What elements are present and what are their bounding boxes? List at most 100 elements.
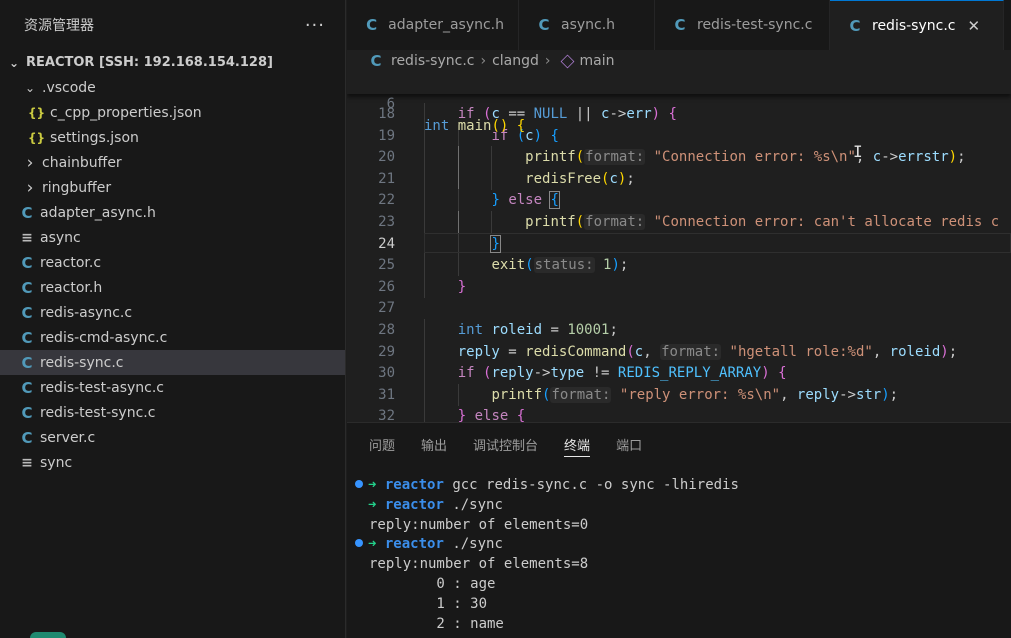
remote-status-icon[interactable] bbox=[30, 632, 66, 638]
prompt-arrow-icon: ➜ bbox=[368, 477, 377, 493]
c-file-icon: C bbox=[21, 253, 33, 272]
panel-tab[interactable]: 终端 bbox=[564, 423, 591, 465]
tree-item-label: async bbox=[40, 229, 81, 246]
chevron-right-icon: › bbox=[26, 152, 34, 173]
breadcrumb: C redis-sync.c › clangd › main bbox=[347, 50, 1011, 72]
tree-item[interactable]: Credis-sync.c bbox=[0, 350, 345, 375]
c-file-icon: C bbox=[21, 378, 33, 397]
editor-tab[interactable]: Cadapter_async.h bbox=[347, 0, 519, 50]
workspace-root-label: REACTOR [SSH: 192.168.154.128] bbox=[26, 55, 273, 70]
bottom-panel: 问题 输出 调试控制台 终端 端口 ➜ reactor gcc redis-sync.c… bbox=[347, 422, 1011, 638]
command-status-icon bbox=[355, 480, 363, 488]
code-line[interactable]: 31 printf(format: "reply error: %s\n", re… bbox=[347, 383, 1011, 406]
indent-guide bbox=[424, 167, 425, 190]
code-line[interactable]: 29 reply = redisCommand(c, format: "hgeta… bbox=[347, 340, 1011, 363]
panel-tab[interactable]: 调试控制台 bbox=[473, 423, 538, 465]
tree-item[interactable]: Credis-cmd-async.c bbox=[0, 325, 345, 350]
tree-item[interactable]: Credis-test-sync.c bbox=[0, 400, 345, 425]
terminal-line: reply:number of elements=0 bbox=[369, 515, 588, 535]
tree-item[interactable]: Creactor.c bbox=[0, 250, 345, 275]
c-file-icon: C bbox=[366, 16, 378, 34]
indent-guide bbox=[424, 383, 425, 406]
code-line[interactable]: 27 bbox=[347, 297, 1011, 319]
chevron-right-icon: › bbox=[544, 53, 551, 69]
terminal-output: 2 : name bbox=[369, 615, 504, 632]
c-file-icon: C bbox=[674, 16, 686, 34]
code-text: int roleid = 10001; bbox=[457, 322, 618, 338]
code-line[interactable]: 24} bbox=[347, 232, 1011, 255]
line-number: 24 bbox=[378, 235, 395, 252]
workspace-root[interactable]: ⌄ REACTOR [SSH: 192.168.154.128] bbox=[0, 50, 345, 75]
tree-item[interactable]: ⌄ .vscode bbox=[0, 75, 345, 100]
panel-tab[interactable]: 端口 bbox=[616, 423, 642, 465]
c-file-icon: C bbox=[21, 328, 33, 347]
breadcrumb-file[interactable]: redis-sync.c bbox=[391, 53, 474, 69]
tree-item-label: adapter_async.h bbox=[40, 204, 156, 221]
tree-item-label: server.c bbox=[40, 429, 96, 446]
code-line[interactable]: 30 if (reply->type != REDIS_REPLY_ARRAY) … bbox=[347, 362, 1011, 385]
tab-label: adapter_async.h bbox=[388, 17, 504, 33]
code-line[interactable]: 22} else { bbox=[347, 189, 1011, 212]
line-number: 26 bbox=[378, 278, 395, 295]
code-line[interactable]: 32} else { bbox=[347, 405, 1011, 422]
editor-tab[interactable]: Casync.h bbox=[519, 0, 655, 50]
tree-item[interactable]: {} c_cpp_properties.json bbox=[0, 100, 345, 125]
tab-label: async.h bbox=[561, 17, 616, 33]
sticky-code: int main() { bbox=[424, 118, 526, 134]
tree-item[interactable]: Credis-async.c bbox=[0, 300, 345, 325]
panel-tab[interactable]: 输出 bbox=[421, 423, 447, 465]
indent-guide bbox=[457, 146, 459, 169]
tree-item[interactable]: Cserver.c bbox=[0, 425, 345, 450]
tree-item[interactable]: Cadapter_async.h bbox=[0, 200, 345, 225]
tree-item[interactable]: Credis-test-async.c bbox=[0, 375, 345, 400]
code-line[interactable]: 28 int roleid = 10001; bbox=[347, 319, 1011, 341]
close-icon[interactable]: ✕ bbox=[967, 17, 980, 35]
binary-file-icon: ≡ bbox=[21, 229, 33, 246]
breadcrumb-symbol[interactable]: main bbox=[580, 53, 615, 69]
c-file-icon: C bbox=[538, 16, 550, 34]
tab-label: redis-test-sync.c bbox=[697, 17, 813, 33]
tree-item-label: settings.json bbox=[50, 129, 139, 146]
tree-item[interactable]: ≡ async bbox=[0, 225, 345, 250]
code-line[interactable]: 21 redisFree(c); bbox=[347, 167, 1011, 190]
current-line-highlight bbox=[424, 232, 1011, 253]
more-actions-button[interactable]: ··· bbox=[305, 15, 325, 36]
terminal-line: ➜ reactor ./sync bbox=[355, 534, 503, 554]
code-line[interactable]: 20 printf(format: "Connection error: %s\n… bbox=[347, 146, 1011, 169]
code-line[interactable]: 23 printf(format: "Connection error: can'… bbox=[347, 211, 1011, 233]
line-number: 27 bbox=[378, 300, 395, 317]
explorer-header: 资源管理器 ··· bbox=[0, 0, 345, 50]
terminal-command: ./sync bbox=[452, 496, 503, 513]
tree-item[interactable]: Creactor.h bbox=[0, 275, 345, 300]
terminal-command: gcc redis-sync.c -o sync -lhiredis bbox=[452, 477, 739, 493]
code-text: reply = redisCommand(c, format: "hgetall… bbox=[457, 343, 958, 360]
c-file-icon: C bbox=[21, 203, 33, 222]
line-number: 22 bbox=[378, 192, 395, 209]
binary-file-icon: ≡ bbox=[21, 454, 33, 471]
mouse-cursor-icon: I bbox=[853, 142, 863, 161]
code-line[interactable]: 25 exit(status: 1); bbox=[347, 254, 1011, 277]
sticky-scroll-header[interactable]: 6 int main() { bbox=[347, 72, 1011, 134]
code-text: printf(format: "Connection error: can't … bbox=[525, 214, 1000, 230]
breadcrumb-ext[interactable]: clangd bbox=[492, 53, 539, 69]
code-line[interactable]: 26} bbox=[347, 275, 1011, 298]
tree-item-label: reactor.h bbox=[40, 279, 103, 296]
prompt-dir: reactor bbox=[384, 536, 444, 553]
code-text: printf(format: "reply error: %s\n", repl… bbox=[491, 386, 899, 403]
tree-item[interactable]: › ringbuffer bbox=[0, 175, 345, 200]
code-text: exit(status: 1); bbox=[491, 257, 629, 274]
c-file-icon: C bbox=[21, 303, 33, 322]
indent-guide bbox=[424, 211, 425, 233]
editor-tab[interactable]: Credis-sync.c ✕ bbox=[830, 0, 1004, 50]
indent-guide bbox=[424, 362, 425, 385]
tree-item[interactable]: ≡ sync bbox=[0, 450, 345, 475]
code-editor[interactable]: 6 int main() { 18 if (c == NULL || c->err… bbox=[347, 72, 1011, 422]
panel-tab[interactable]: 问题 bbox=[369, 423, 395, 465]
editor-tab[interactable]: Credis-test-sync.c bbox=[655, 0, 830, 50]
tree-item-label: c_cpp_properties.json bbox=[50, 104, 202, 121]
line-number: 29 bbox=[378, 343, 395, 360]
tree-item-label: reactor.c bbox=[40, 254, 102, 271]
tree-item[interactable]: {} settings.json bbox=[0, 125, 345, 150]
tree-item[interactable]: › chainbuffer bbox=[0, 150, 345, 175]
line-number: 25 bbox=[378, 257, 395, 274]
